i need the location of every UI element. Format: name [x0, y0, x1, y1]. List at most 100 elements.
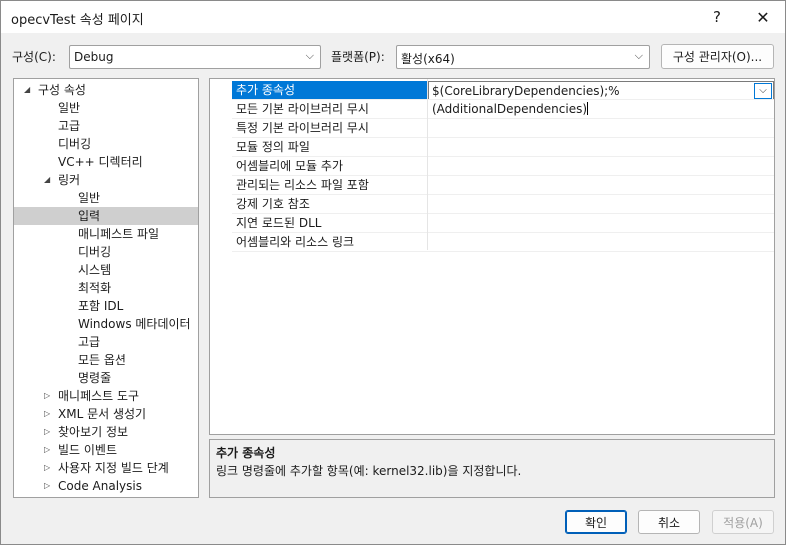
grid-row-divider — [232, 251, 774, 252]
tree-item[interactable]: VC++ 디렉터리 — [14, 153, 198, 171]
property-name: 모듈 정의 파일 — [236, 140, 310, 154]
tree-item[interactable]: 고급 — [14, 333, 198, 351]
tree-item-label: 고급 — [58, 119, 81, 133]
tree-item[interactable]: 명령줄 — [14, 369, 198, 387]
grid-row[interactable]: 강제 기호 참조 — [210, 195, 774, 214]
tree-item[interactable]: 일반 — [14, 99, 198, 117]
property-name: 지연 로드된 DLL — [236, 216, 322, 230]
grid-row[interactable]: 추가 종속성 $(CoreLibraryDependencies);%(Addit… — [210, 81, 774, 116]
collapsed-arrow-icon[interactable]: ▷ — [44, 441, 54, 459]
property-name: 어셈블리에 모듈 추가 — [236, 159, 343, 173]
grid-row[interactable]: 특정 기본 라이브러리 무시 — [210, 119, 774, 138]
value-dropdown-button[interactable]: ⌵ — [754, 83, 772, 99]
title-bar: opecvTest 속성 페이지 ? ✕ — [1, 1, 785, 33]
tree-item-label: 모든 옵션 — [78, 353, 126, 367]
property-name: 관리되는 리소스 파일 포함 — [236, 178, 369, 192]
tree-item-label: 일반 — [78, 191, 101, 205]
config-value: Debug — [74, 50, 114, 64]
tree-item-label: 디버깅 — [58, 137, 92, 151]
platform-label: 플랫폼(P): — [331, 50, 385, 64]
property-value[interactable]: $(CoreLibraryDependencies);%(AdditionalD… — [428, 81, 774, 116]
tree-item[interactable]: 모든 옵션 — [14, 351, 198, 369]
ok-button[interactable]: 확인 — [565, 510, 627, 534]
tree-item-label: VC++ 디렉터리 — [58, 155, 143, 169]
tree-item-label: 찾아보기 정보 — [58, 425, 129, 439]
property-grid[interactable]: 추가 종속성 $(CoreLibraryDependencies);%(Addit… — [209, 78, 775, 435]
grid-row[interactable]: 모듈 정의 파일 — [210, 138, 774, 157]
tree-item-label: 명령줄 — [78, 371, 112, 385]
grid-row[interactable]: 모든 기본 라이브러리 무시 — [210, 100, 774, 119]
collapsed-arrow-icon[interactable]: ▷ — [44, 477, 54, 495]
tree-item[interactable]: ▷ 빌드 이벤트 — [14, 441, 198, 459]
property-name: 특정 기본 라이브러리 무시 — [236, 121, 369, 135]
tree-item-label: 매니페스트 파일 — [78, 227, 160, 241]
tree-item-label: 링커 — [58, 173, 81, 187]
tree-item-label: 최적화 — [78, 281, 112, 295]
property-name: 모든 기본 라이브러리 무시 — [236, 102, 369, 116]
property-value[interactable] — [428, 195, 774, 214]
collapsed-arrow-icon[interactable]: ▷ — [44, 405, 54, 423]
property-value[interactable] — [428, 176, 774, 195]
tree-item[interactable]: 매니페스트 파일 — [14, 225, 198, 243]
tree-item[interactable]: 포함 IDL — [14, 297, 198, 315]
tree-item[interactable]: ▷ Code Analysis — [14, 477, 198, 495]
property-tree[interactable]: ◢ 구성 속성 일반 고급 디버깅 VC++ 디렉터리 ◢ 링커 일반 입력 매니페스트 파일 디버깅… — [13, 78, 199, 498]
tree-item[interactable]: 디버깅 — [14, 243, 198, 261]
tree-item-label: 입력 — [78, 209, 101, 223]
tree-item-label: 매니페스트 도구 — [58, 389, 140, 403]
grid-row[interactable]: 관리되는 리소스 파일 포함 — [210, 176, 774, 195]
property-name: 강제 기호 참조 — [236, 197, 310, 211]
tree-item-label: Code Analysis — [58, 479, 142, 493]
grid-row[interactable]: 어셈블리와 리소스 링크 — [210, 233, 774, 252]
description-text: 링크 명령줄에 추가할 항목(예: kernel32.lib)을 지정합니다. — [216, 464, 522, 478]
tree-item[interactable]: ◢ 링커 — [14, 171, 198, 189]
platform-combo[interactable]: 활성(x64) ⌵ — [396, 45, 650, 69]
property-value[interactable] — [428, 233, 774, 252]
tree-item[interactable]: 시스템 — [14, 261, 198, 279]
tree-item[interactable]: ▷ 사용자 지정 빌드 단계 — [14, 459, 198, 477]
tree-item-label: 빌드 이벤트 — [58, 443, 118, 457]
config-combo[interactable]: Debug ⌵ — [69, 45, 321, 69]
collapsed-arrow-icon[interactable]: ▷ — [44, 387, 54, 405]
description-title: 추가 종속성 — [216, 446, 276, 460]
tree-item[interactable]: ▷ 매니페스트 도구 — [14, 387, 198, 405]
tree-item[interactable]: ▷ XML 문서 생성기 — [14, 405, 198, 423]
grid-column-divider — [427, 79, 428, 250]
apply-button[interactable]: 적용(A) — [712, 510, 774, 534]
tree-item-label: 시스템 — [78, 263, 112, 277]
chevron-down-icon: ⌵ — [305, 49, 314, 62]
tree-item[interactable]: Windows 메타데이터 — [14, 315, 198, 333]
tree-item-label: XML 문서 생성기 — [58, 407, 147, 421]
config-manager-button[interactable]: 구성 관리자(O)... — [661, 44, 774, 69]
property-value[interactable] — [428, 138, 774, 157]
window-title: opecvTest 속성 페이지 — [11, 13, 144, 28]
tree-item[interactable]: ▷ 찾아보기 정보 — [14, 423, 198, 441]
platform-value: 활성(x64) — [401, 52, 455, 66]
collapsed-arrow-icon[interactable]: ▷ — [44, 423, 54, 441]
collapsed-arrow-icon[interactable]: ▷ — [44, 459, 54, 477]
property-value[interactable] — [428, 214, 774, 233]
description-panel: 추가 종속성 링크 명령줄에 추가할 항목(예: kernel32.lib)을 … — [209, 439, 775, 498]
property-value[interactable] — [428, 157, 774, 176]
tree-item[interactable]: 입력 — [14, 207, 198, 225]
tree-item-label: 구성 속성 — [38, 83, 86, 97]
tree-item-label: 포함 IDL — [78, 299, 124, 313]
tree-item[interactable]: 일반 — [14, 189, 198, 207]
property-value[interactable] — [428, 119, 774, 138]
close-button[interactable]: ✕ — [741, 1, 785, 33]
property-value[interactable] — [428, 100, 774, 119]
help-button[interactable]: ? — [695, 1, 739, 33]
grid-row[interactable]: 지연 로드된 DLL — [210, 214, 774, 233]
expanded-arrow-icon[interactable]: ◢ — [44, 171, 54, 189]
property-name: 어셈블리와 리소스 링크 — [236, 235, 355, 249]
tree-item-label: 디버깅 — [78, 245, 112, 259]
property-pages-dialog: opecvTest 속성 페이지 ? ✕ 구성(C): Debug ⌵ 플랫폼(… — [0, 0, 786, 545]
cancel-button[interactable]: 취소 — [638, 510, 700, 534]
tree-item[interactable]: 디버깅 — [14, 135, 198, 153]
grid-row[interactable]: 어셈블리에 모듈 추가 — [210, 157, 774, 176]
tree-item[interactable]: 최적화 — [14, 279, 198, 297]
tree-item[interactable]: 고급 — [14, 117, 198, 135]
tree-item[interactable]: ◢ 구성 속성 — [14, 81, 198, 99]
expanded-arrow-icon[interactable]: ◢ — [24, 81, 34, 99]
config-label: 구성(C): — [12, 50, 56, 64]
